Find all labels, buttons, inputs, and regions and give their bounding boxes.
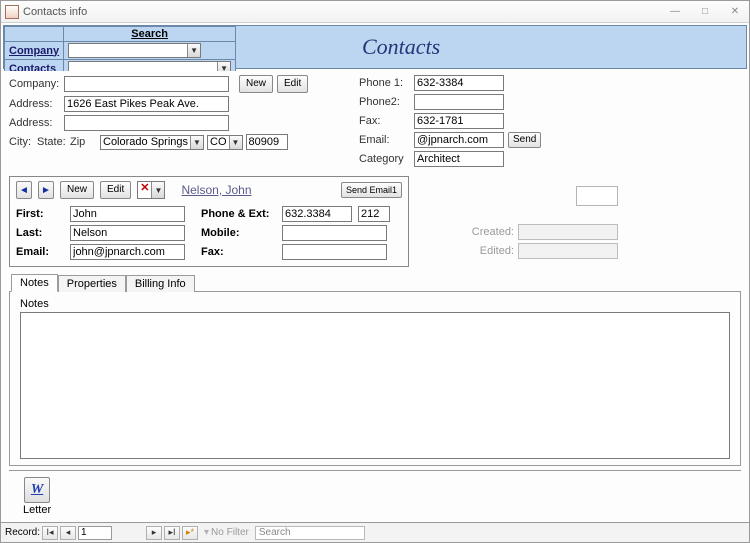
next-record-button[interactable]: ► bbox=[38, 181, 54, 199]
notes-label: Notes bbox=[20, 298, 730, 310]
edited-value bbox=[518, 243, 618, 259]
filter-icon: ▾ bbox=[204, 527, 209, 538]
fax-input[interactable] bbox=[414, 113, 504, 129]
record-number-input[interactable] bbox=[78, 526, 112, 540]
record-search-input[interactable] bbox=[255, 526, 365, 540]
page-title: Contacts bbox=[236, 26, 746, 68]
titlebar: Contacts info — □ ✕ bbox=[1, 1, 749, 23]
person-new-button[interactable]: New bbox=[60, 181, 94, 199]
first-record-button[interactable]: I◂ bbox=[42, 526, 58, 540]
search-grid: Search Company ▼ Contacts bbox=[4, 26, 236, 68]
city-label: City: bbox=[9, 136, 37, 148]
mobile-input[interactable] bbox=[282, 225, 387, 241]
person-email-input[interactable] bbox=[70, 244, 185, 260]
person-delete-combo[interactable]: ✕ ▼ bbox=[137, 181, 165, 199]
new-record-button[interactable]: ▸* bbox=[182, 526, 198, 540]
address2-input[interactable] bbox=[64, 115, 229, 131]
company-name-input[interactable] bbox=[64, 76, 229, 92]
notes-textarea[interactable] bbox=[20, 312, 730, 459]
address1-label: Address: bbox=[9, 98, 64, 110]
word-icon: W bbox=[31, 482, 43, 498]
company-edit-button[interactable]: Edit bbox=[277, 75, 308, 93]
person-fax-label: Fax: bbox=[201, 246, 276, 258]
fax-label: Fax: bbox=[359, 115, 414, 127]
phone-ext-label: Phone & Ext: bbox=[201, 208, 276, 220]
tab-notes[interactable]: Notes bbox=[11, 274, 58, 292]
state-combo[interactable]: CO ▼ bbox=[207, 135, 243, 150]
created-label: Created: bbox=[459, 226, 514, 238]
tab-panel-notes: Notes bbox=[9, 291, 741, 466]
last-input[interactable] bbox=[70, 225, 185, 241]
body: Company: New Edit Address: Address: City… bbox=[1, 71, 749, 522]
prev-record-button[interactable]: ◄ bbox=[16, 181, 32, 199]
chevron-down-icon[interactable]: ▼ bbox=[190, 136, 203, 149]
tab-billing[interactable]: Billing Info bbox=[126, 275, 195, 292]
window: Contacts info — □ ✕ Search Company ▼ bbox=[0, 0, 750, 543]
last-label: Last: bbox=[16, 227, 64, 239]
company-section: Company: New Edit Address: Address: City… bbox=[9, 75, 339, 170]
window-title: Contacts info bbox=[23, 6, 665, 18]
company-search-label: Company bbox=[5, 42, 64, 60]
phone2-input[interactable] bbox=[414, 94, 504, 110]
person-email-label: Email: bbox=[16, 246, 64, 258]
prev-record-button-nav[interactable]: ◂ bbox=[60, 526, 76, 540]
record-label: Record: bbox=[5, 527, 40, 538]
phone1-label: Phone 1: bbox=[359, 77, 414, 89]
letter-label: Letter bbox=[23, 504, 51, 516]
send-email-button[interactable]: Send bbox=[508, 132, 541, 148]
no-filter[interactable]: ▾ No Filter bbox=[204, 527, 249, 538]
send-email1-button[interactable]: Send Email1 bbox=[341, 182, 402, 198]
letter-bar: W Letter bbox=[9, 471, 741, 518]
person-phone-input[interactable] bbox=[282, 206, 352, 222]
first-input[interactable] bbox=[70, 206, 185, 222]
zip-label: Zip bbox=[70, 136, 100, 148]
close-button[interactable]: ✕ bbox=[725, 5, 745, 19]
chevron-down-icon[interactable]: ▼ bbox=[229, 136, 242, 149]
top-form: Company: New Edit Address: Address: City… bbox=[9, 75, 741, 170]
address1-input[interactable] bbox=[64, 96, 229, 112]
person-edit-button[interactable]: Edit bbox=[100, 181, 131, 199]
edited-label: Edited: bbox=[459, 245, 514, 257]
created-value bbox=[518, 224, 618, 240]
city-combo[interactable]: Colorado Springs ▼ bbox=[100, 135, 204, 150]
mobile-label: Mobile: bbox=[201, 227, 276, 239]
person-ext-input[interactable] bbox=[358, 206, 390, 222]
zip-input[interactable] bbox=[246, 134, 288, 150]
maximize-button[interactable]: □ bbox=[695, 5, 715, 19]
search-header: Search bbox=[64, 27, 236, 42]
letter-button[interactable]: W bbox=[24, 477, 50, 503]
blank-box bbox=[576, 186, 618, 206]
chevron-down-icon[interactable]: ▼ bbox=[187, 44, 200, 57]
email-input[interactable] bbox=[414, 132, 504, 148]
last-record-button[interactable]: ▸I bbox=[164, 526, 180, 540]
chevron-down-icon[interactable]: ▼ bbox=[151, 182, 164, 198]
next-record-button-nav[interactable]: ▸ bbox=[146, 526, 162, 540]
app-icon bbox=[5, 5, 19, 19]
company-search-combo[interactable]: ▼ bbox=[68, 43, 201, 58]
state-label: State: bbox=[37, 136, 70, 148]
person-subform: ◄ ► New Edit ✕ ▼ Nelson, John Send Email… bbox=[9, 176, 409, 267]
tab-properties[interactable]: Properties bbox=[58, 275, 126, 292]
address2-label: Address: bbox=[9, 117, 64, 129]
category-label: Category bbox=[359, 153, 414, 165]
minimize-button[interactable]: — bbox=[665, 5, 685, 19]
tabs: Notes Properties Billing Info Notes bbox=[9, 273, 741, 466]
record-meta: Created: Edited: bbox=[429, 170, 618, 262]
first-label: First: bbox=[16, 208, 64, 220]
header-band: Search Company ▼ Contacts bbox=[3, 25, 747, 69]
category-input[interactable] bbox=[414, 151, 504, 167]
delete-icon: ✕ bbox=[138, 182, 151, 198]
email-label: Email: bbox=[359, 134, 414, 146]
company-new-button[interactable]: New bbox=[239, 75, 273, 93]
tab-strip: Notes Properties Billing Info bbox=[9, 273, 741, 291]
phone1-input[interactable] bbox=[414, 75, 504, 91]
phone2-label: Phone2: bbox=[359, 96, 414, 108]
company-label: Company: bbox=[9, 78, 64, 90]
person-fax-input[interactable] bbox=[282, 244, 387, 260]
record-nav-bar: Record: I◂ ◂ ▸ ▸I ▸* ▾ No Filter bbox=[1, 522, 749, 542]
person-name-link[interactable]: Nelson, John bbox=[181, 183, 251, 197]
contact-info-section: Phone 1: Phone2: Fax: Email: Send bbox=[359, 75, 741, 170]
